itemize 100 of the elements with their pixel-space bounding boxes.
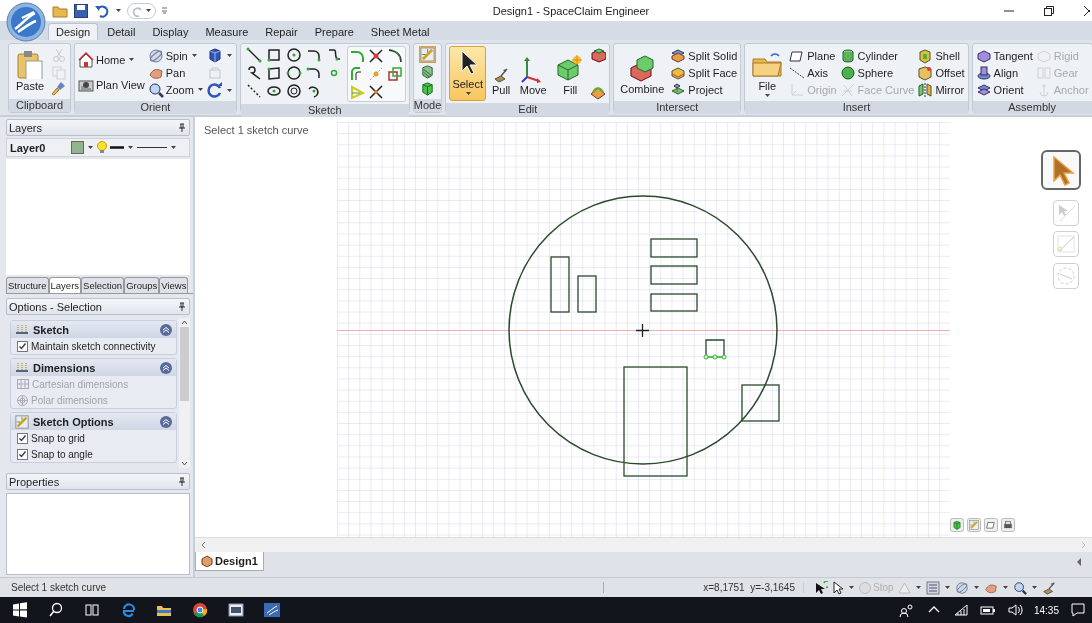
ribbon-tab[interactable]: Measure — [197, 23, 257, 40]
caret-icon[interactable] — [190, 53, 198, 58]
undo-icon[interactable] — [94, 2, 110, 19]
sketch-rectangle[interactable] — [741, 384, 780, 422]
spin-icon[interactable] — [147, 47, 164, 64]
split-solid-icon[interactable] — [670, 47, 687, 64]
zoom-button[interactable]: Zoom — [147, 81, 204, 98]
ribbon-tab[interactable]: Sheet Metal — [362, 23, 438, 40]
sketch-rectangle[interactable] — [577, 275, 597, 313]
caret-icon[interactable] — [848, 585, 855, 590]
caret-icon[interactable] — [145, 8, 152, 13]
pull-icon[interactable] — [493, 67, 510, 83]
home-button[interactable]: Home — [78, 51, 145, 69]
ellipse-tool-icon[interactable] — [265, 83, 282, 99]
caret-icon[interactable] — [170, 145, 177, 150]
sketch-rectangle[interactable] — [623, 366, 688, 477]
orient-button[interactable]: Orient — [975, 81, 1033, 98]
offset-button[interactable]: Offset — [917, 64, 965, 81]
rotate-icon[interactable] — [206, 82, 223, 98]
wifi-icon[interactable] — [952, 602, 969, 618]
cube-icon[interactable] — [206, 47, 223, 63]
plane-pencil-icon[interactable] — [984, 518, 998, 532]
caret-icon[interactable] — [115, 8, 122, 13]
sweep-arc-icon[interactable] — [305, 65, 322, 81]
caret-icon[interactable] — [128, 57, 136, 63]
polygon-tool-icon[interactable] — [285, 83, 302, 99]
caret-icon[interactable] — [764, 93, 772, 98]
app-logo-icon[interactable] — [264, 602, 280, 618]
pin-icon[interactable] — [179, 477, 185, 486]
panel-tab[interactable]: Layers — [48, 277, 82, 293]
caret-icon[interactable] — [87, 145, 94, 150]
checkbox[interactable] — [17, 340, 28, 352]
ribbon-tab[interactable]: Repair — [257, 23, 306, 40]
caret-icon[interactable] — [943, 585, 951, 590]
three-point-circle-icon[interactable] — [285, 65, 302, 81]
sketch-circle[interactable] — [508, 195, 778, 465]
line-tool-icon[interactable] — [245, 47, 262, 63]
people-icon[interactable] — [898, 602, 915, 618]
rectangle-tool-icon[interactable] — [265, 47, 282, 63]
mirror-icon[interactable] — [917, 81, 934, 98]
cylinder-button[interactable]: Cylinder — [839, 47, 915, 64]
sketch-rectangle[interactable] — [650, 265, 698, 285]
collapse-icon[interactable] — [160, 323, 172, 336]
pull-button[interactable]: Pull — [488, 46, 514, 101]
fill-box-icon[interactable] — [556, 55, 585, 83]
cross-trim-icon[interactable] — [368, 84, 385, 100]
option-item[interactable]: Snap to angle — [11, 446, 176, 462]
plan-view-icon[interactable] — [78, 77, 94, 94]
caret-icon[interactable] — [464, 91, 472, 96]
select-tool-button[interactable] — [1041, 150, 1081, 190]
scroll-down-icon[interactable] — [181, 461, 188, 466]
collapse-icon[interactable] — [160, 361, 172, 374]
sketch-rectangle[interactable] — [550, 256, 570, 313]
line-style-icon[interactable] — [137, 145, 167, 150]
panel-tab[interactable]: Structure — [6, 277, 49, 293]
surface-icon[interactable] — [590, 84, 607, 100]
search-icon[interactable] — [48, 602, 64, 618]
bend-icon[interactable] — [387, 48, 404, 64]
pan-button[interactable]: Pan — [147, 64, 204, 81]
cylinder-icon[interactable] — [839, 47, 856, 64]
trim-icon[interactable] — [368, 48, 385, 64]
split-solid-button[interactable]: Split Solid — [670, 47, 738, 64]
collapse-icon[interactable] — [160, 415, 172, 428]
three-point-arc-icon[interactable] — [305, 83, 322, 99]
project-button[interactable]: Project — [670, 81, 738, 98]
combine-button[interactable]: Combine — [617, 46, 668, 99]
tangent-button[interactable]: Tangent — [975, 47, 1033, 64]
caret-icon[interactable] — [225, 87, 233, 93]
move-button[interactable]: Move — [516, 46, 551, 101]
option-item[interactable]: Maintain sketch connectivity — [11, 338, 176, 354]
sketch-rectangle[interactable] — [650, 238, 698, 258]
plane-button[interactable]: Plane — [789, 47, 837, 64]
panel-tab[interactable]: Selection — [81, 277, 125, 293]
task-view-icon[interactable] — [84, 602, 100, 618]
shell-icon[interactable] — [917, 47, 934, 64]
zoom-icon[interactable] — [147, 81, 164, 98]
cursor-rotate-icon[interactable] — [814, 580, 828, 595]
line-weight-icon[interactable] — [110, 145, 124, 150]
stacked-blocks-icon[interactable] — [590, 47, 607, 63]
checkbox[interactable] — [17, 448, 28, 460]
align-button[interactable]: Align — [975, 64, 1033, 81]
layer-color-swatch[interactable] — [71, 141, 84, 154]
chrome-icon[interactable] — [192, 602, 208, 618]
pin-icon[interactable] — [179, 302, 185, 311]
restore-icon[interactable] — [1044, 5, 1054, 16]
clipboard-icon[interactable] — [15, 49, 45, 79]
solid-cube-icon[interactable] — [950, 518, 964, 532]
clock-time[interactable]: 14:35 — [1033, 604, 1059, 616]
caret-icon[interactable] — [1030, 585, 1038, 590]
ribbon-tab[interactable]: Display — [144, 23, 197, 40]
printer-icon[interactable] — [1001, 518, 1015, 532]
brush-icon[interactable] — [51, 80, 67, 96]
selected-sketch-rectangle[interactable] — [703, 339, 727, 360]
caret-icon[interactable] — [127, 145, 134, 150]
axis-button[interactable]: Axis — [789, 64, 837, 81]
fill-button[interactable]: Fill — [553, 46, 588, 101]
home-icon[interactable] — [78, 51, 94, 68]
browser-e-icon[interactable] — [120, 602, 136, 618]
volume-icon[interactable] — [1006, 602, 1023, 618]
ribbon-tab[interactable]: Design — [48, 23, 99, 40]
